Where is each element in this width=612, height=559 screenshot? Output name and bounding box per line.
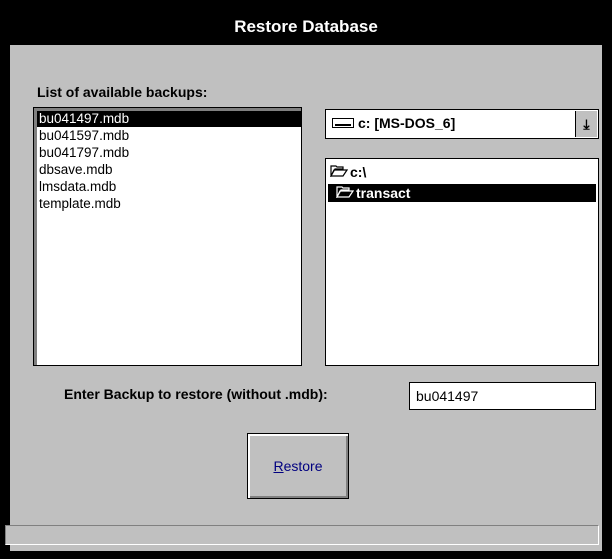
list-item[interactable]: bu041597.mdb bbox=[37, 128, 129, 144]
title-bar[interactable]: Restore Database bbox=[0, 0, 612, 45]
backup-name-field[interactable]: bu041497 bbox=[409, 382, 596, 410]
restore-button[interactable]: Restore bbox=[247, 433, 349, 499]
list-item[interactable]: bu041797.mdb bbox=[37, 145, 129, 161]
list-item[interactable]: bu041497.mdb bbox=[37, 111, 302, 127]
restore-button-label: estore bbox=[283, 458, 323, 474]
drive-select[interactable]: c: [MS-DOS_6] ⤓ bbox=[325, 109, 599, 139]
open-folder-icon bbox=[328, 163, 350, 181]
directory-list[interactable]: c:\ transact bbox=[325, 158, 599, 366]
open-folder-icon bbox=[334, 184, 356, 202]
backups-list-label: List of available backups: bbox=[37, 84, 208, 100]
restore-button-accelerator: R bbox=[273, 458, 284, 474]
arrow-down-icon: ⤓ bbox=[583, 116, 590, 132]
list-item[interactable]: lmsdata.mdb bbox=[37, 179, 116, 195]
directory-item[interactable]: transact bbox=[328, 184, 596, 202]
list-item[interactable]: dbsave.mdb bbox=[37, 162, 113, 178]
list-item[interactable]: template.mdb bbox=[37, 196, 121, 212]
restore-input-label: Enter Backup to restore (without .mdb): bbox=[64, 386, 328, 402]
window-title: Restore Database bbox=[234, 17, 378, 36]
drive-icon bbox=[332, 118, 354, 128]
drive-select-value: c: [MS-DOS_6] bbox=[358, 115, 456, 131]
directory-item[interactable]: c:\ bbox=[328, 163, 366, 181]
backups-listbox[interactable]: bu041497.mdb bu041597.mdb bu041797.mdb d… bbox=[33, 107, 302, 366]
dropdown-button[interactable]: ⤓ bbox=[575, 111, 597, 137]
status-bar bbox=[5, 525, 599, 545]
